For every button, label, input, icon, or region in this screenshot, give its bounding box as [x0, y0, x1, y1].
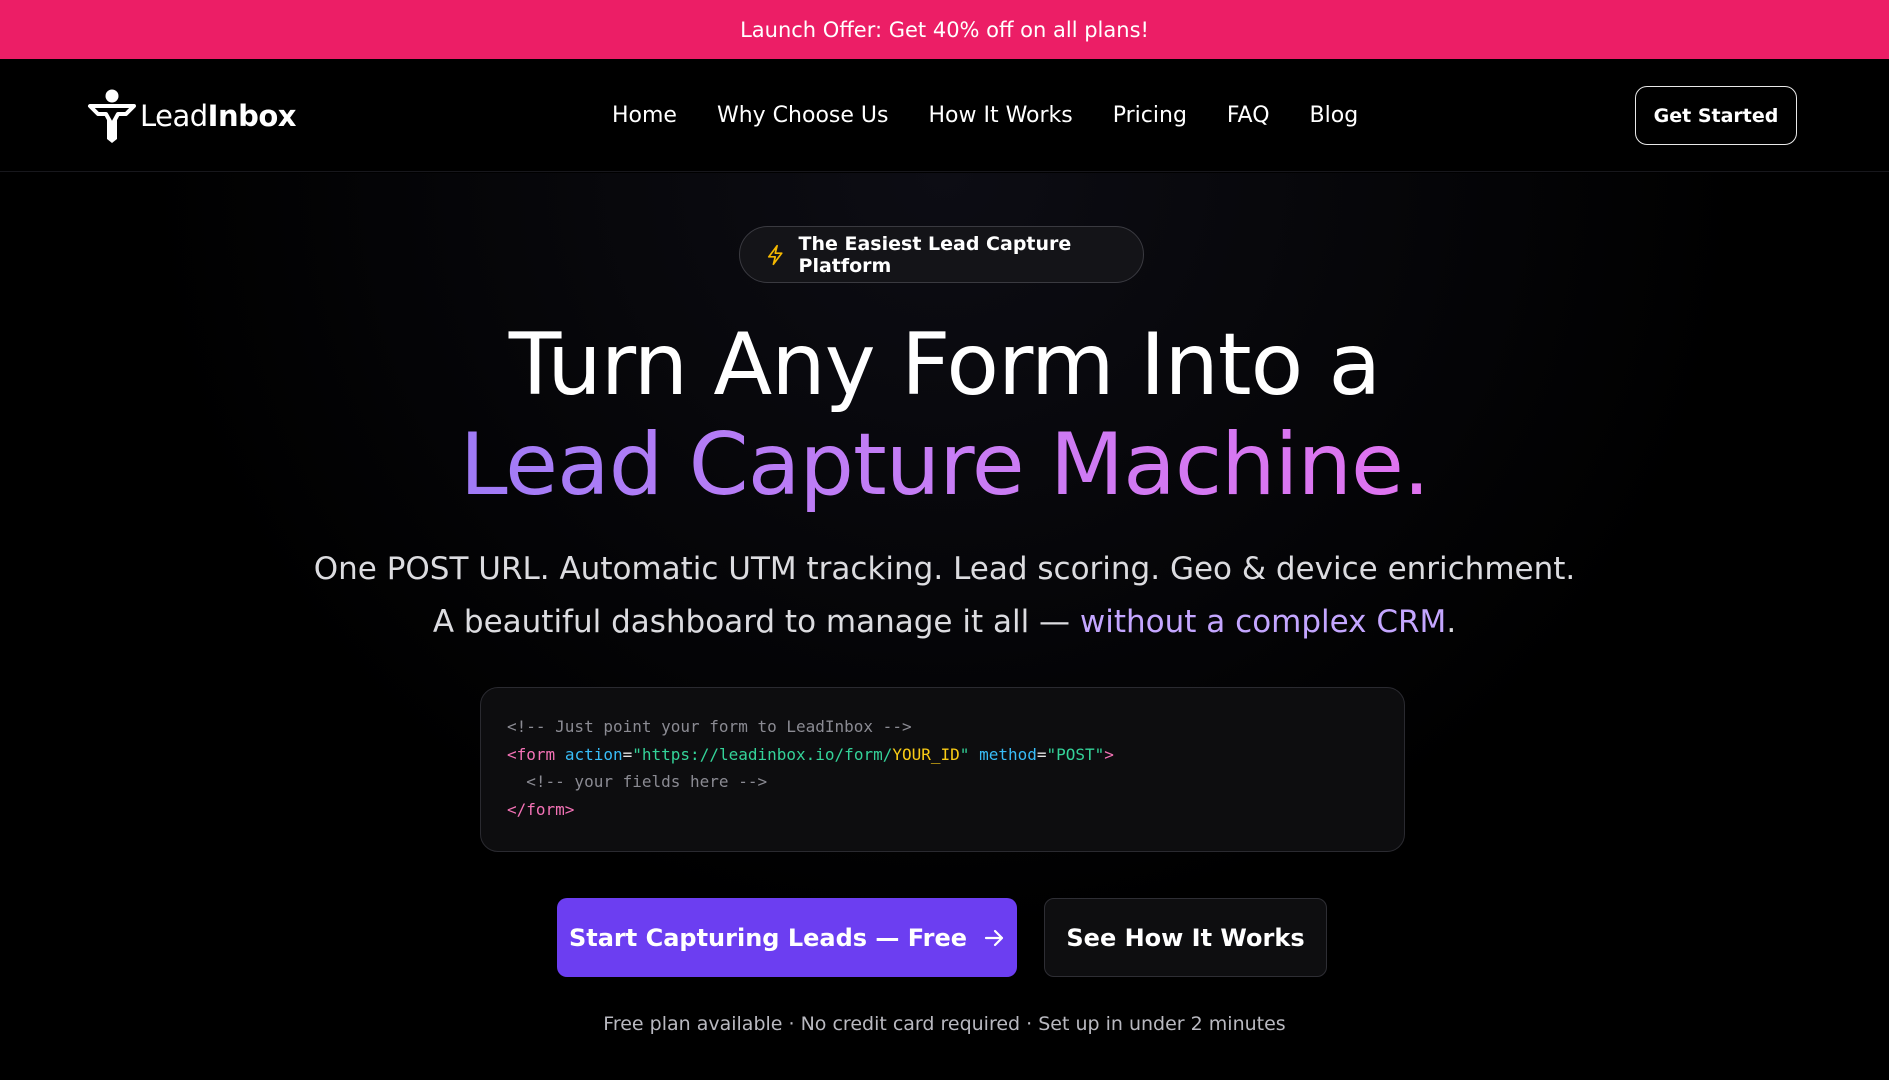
code-snippet: <!-- Just point your form to LeadInbox -…	[480, 687, 1405, 852]
nav-link-blog[interactable]: Blog	[1310, 103, 1359, 128]
code-quote-close: "	[959, 744, 970, 764]
code-attr-action: action	[564, 744, 623, 764]
code-eq-2: =	[1036, 744, 1047, 764]
badge-text: The Easiest Lead Capture Platform	[798, 232, 1072, 277]
code-comment-1: <!-- Just point your form to LeadInbox -…	[507, 717, 912, 736]
nav-link-home[interactable]: Home	[612, 103, 677, 128]
nav-link-pricing[interactable]: Pricing	[1113, 103, 1187, 128]
code-eq: =	[622, 744, 633, 764]
code-quote-open: "	[632, 744, 642, 764]
headline-line-1: Turn Any Form Into a	[508, 315, 1381, 415]
top-navbar: LeadInbox Home Why Choose Us How It Work…	[0, 59, 1889, 172]
code-url-var: YOUR_ID	[892, 744, 960, 764]
hero-badge: The Easiest Lead Capture Platform	[739, 226, 1144, 283]
hero-section: The Easiest Lead Capture Platform Turn A…	[0, 173, 1889, 1080]
promo-banner: Launch Offer: Get 40% off on all plans!	[0, 0, 1889, 59]
code-close-bracket: >	[1104, 744, 1114, 764]
lightning-icon	[767, 244, 783, 265]
nav-link-why-choose-us[interactable]: Why Choose Us	[717, 103, 889, 128]
start-capturing-leads-button[interactable]: Start Capturing Leads — Free	[557, 898, 1017, 977]
code-open-tag: <form	[507, 744, 556, 764]
fineprint: Free plan available · No credit card req…	[603, 1013, 1286, 1035]
code-method-value: "POST"	[1046, 744, 1105, 764]
logo[interactable]: LeadInbox	[86, 87, 297, 145]
subheadline-highlight: without a complex CRM	[1079, 604, 1447, 640]
primary-button-label: Start Capturing Leads — Free	[568, 923, 968, 952]
headline-gradient-text: Lead Capture Machine.	[459, 415, 1431, 515]
nav-link-faq[interactable]: FAQ	[1227, 103, 1270, 128]
code-comment-2: <!-- your fields here -->	[507, 772, 768, 792]
funnel-person-icon	[88, 89, 136, 143]
subheadline-line-1: One POST URL. Automatic UTM tracking. Le…	[313, 551, 1576, 587]
headline-line-2: Lead Capture Machine.	[0, 416, 1889, 515]
arrow-right-icon	[984, 929, 1004, 946]
subheadline-plain: A beautiful dashboard to manage it all —	[432, 604, 1080, 640]
subheadline-line-2: A beautiful dashboard to manage it all —…	[0, 604, 1889, 640]
promo-text: Launch Offer: Get 40% off on all plans!	[740, 17, 1149, 42]
logo-wordmark: LeadInbox	[140, 99, 297, 133]
code-url: https://leadinbox.io/form/	[641, 744, 893, 764]
nav-links: Home Why Choose Us How It Works Pricing …	[612, 59, 1398, 172]
code-close-tag: </form>	[507, 800, 575, 820]
logo-word-lead: Lead	[140, 99, 208, 133]
get-started-button[interactable]: Get Started	[1635, 86, 1797, 145]
nav-link-how-it-works[interactable]: How It Works	[928, 103, 1072, 128]
subheadline-period: .	[1446, 604, 1457, 640]
code-attr-method: method	[979, 744, 1037, 764]
see-how-it-works-button[interactable]: See How It Works	[1044, 898, 1327, 977]
logo-word-inbox: Inbox	[207, 99, 297, 133]
